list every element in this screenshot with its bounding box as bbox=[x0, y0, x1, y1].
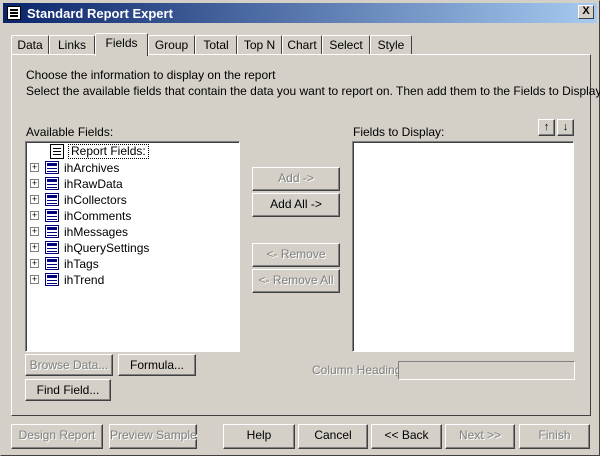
find-field-button[interactable]: Find Field... bbox=[25, 379, 111, 401]
instruction-line-2: Select the available fields that contain… bbox=[26, 84, 600, 98]
move-up-icon[interactable]: ↑ bbox=[538, 119, 555, 136]
cancel-button[interactable]: Cancel bbox=[298, 424, 368, 449]
tree-item-label: ihTrend bbox=[64, 273, 105, 287]
tree-item[interactable]: + ihArchives bbox=[30, 160, 230, 176]
remove-button[interactable]: <- Remove bbox=[252, 243, 340, 267]
table-icon bbox=[45, 225, 59, 238]
table-icon bbox=[45, 161, 59, 174]
app-icon bbox=[7, 6, 21, 20]
tree-item-label: ihRawData bbox=[64, 177, 123, 191]
report-fields-icon bbox=[50, 144, 64, 159]
back-button[interactable]: << Back bbox=[371, 424, 442, 449]
expand-icon[interactable]: + bbox=[30, 195, 39, 204]
expand-icon[interactable]: + bbox=[30, 227, 39, 236]
available-fields-label: Available Fields: bbox=[26, 125, 114, 139]
tree-item[interactable]: + ihQuerySettings bbox=[30, 240, 230, 256]
expand-icon[interactable]: + bbox=[30, 163, 39, 172]
move-down-icon[interactable]: ↓ bbox=[557, 119, 574, 136]
remove-all-button[interactable]: <- Remove All bbox=[252, 269, 340, 293]
expand-icon[interactable]: + bbox=[30, 179, 39, 188]
add-button[interactable]: Add -> bbox=[252, 167, 340, 191]
tree-item[interactable]: + ihCollectors bbox=[30, 192, 230, 208]
tree-item[interactable]: + ihRawData bbox=[30, 176, 230, 192]
tree-item[interactable]: + ihTrend bbox=[30, 272, 230, 288]
tree-item[interactable]: + ihComments bbox=[30, 208, 230, 224]
fields-to-display-list[interactable] bbox=[352, 141, 574, 352]
expand-icon[interactable]: + bbox=[30, 243, 39, 252]
column-heading-label: Column Heading: bbox=[312, 363, 405, 377]
tree-item-label: ihArchives bbox=[64, 161, 120, 175]
tab-data[interactable]: Data bbox=[11, 35, 49, 55]
tab-group[interactable]: Group bbox=[148, 35, 195, 55]
available-fields-tree[interactable]: Report Fields: + ihArchives + ihRawData … bbox=[25, 141, 240, 352]
tree-root-label: Report Fields: bbox=[68, 144, 149, 159]
table-icon bbox=[45, 193, 59, 206]
tab-fields[interactable]: Fields bbox=[95, 33, 148, 56]
tab-select[interactable]: Select bbox=[322, 35, 370, 55]
report-expert-window: Standard Report Expert X Data Links Fiel… bbox=[0, 0, 600, 456]
table-icon bbox=[45, 209, 59, 222]
tree-item-label: ihCollectors bbox=[64, 193, 127, 207]
expand-icon[interactable]: + bbox=[30, 275, 39, 284]
design-report-button[interactable]: Design Report bbox=[11, 424, 103, 449]
tab-total[interactable]: Total bbox=[195, 35, 237, 55]
column-heading-field[interactable] bbox=[398, 361, 575, 380]
tree-item-label: ihComments bbox=[64, 209, 132, 223]
instruction-line-1: Choose the information to display on the… bbox=[26, 68, 276, 82]
tree-item-label: ihMessages bbox=[64, 225, 129, 239]
tab-style[interactable]: Style bbox=[370, 35, 412, 55]
tree-item-label: ihQuerySettings bbox=[64, 241, 150, 255]
table-icon bbox=[45, 241, 59, 254]
tab-links[interactable]: Links bbox=[49, 35, 95, 55]
tree-item[interactable]: + ihTags bbox=[30, 256, 230, 272]
preview-sample-button[interactable]: Preview Sample bbox=[109, 424, 197, 449]
formula-button[interactable]: Formula... bbox=[118, 354, 196, 376]
tree-item[interactable]: + ihMessages bbox=[30, 224, 230, 240]
finish-button[interactable]: Finish bbox=[519, 424, 590, 449]
fields-to-display-label: Fields to Display: bbox=[353, 125, 445, 139]
table-icon bbox=[45, 257, 59, 270]
tab-top-n[interactable]: Top N bbox=[237, 35, 282, 55]
window-title: Standard Report Expert bbox=[27, 6, 173, 21]
tree-root-report-fields[interactable]: Report Fields: bbox=[30, 144, 230, 160]
expand-icon[interactable]: + bbox=[30, 211, 39, 220]
expand-icon[interactable]: + bbox=[30, 259, 39, 268]
close-button[interactable]: X bbox=[578, 5, 594, 19]
tree-item-label: ihTags bbox=[64, 257, 99, 271]
tab-chart[interactable]: Chart bbox=[282, 35, 322, 55]
browse-data-button[interactable]: Browse Data... bbox=[25, 354, 113, 376]
table-icon bbox=[45, 177, 59, 190]
next-button[interactable]: Next >> bbox=[445, 424, 515, 449]
title-bar[interactable]: Standard Report Expert X bbox=[3, 3, 597, 23]
table-icon bbox=[45, 273, 59, 286]
help-button[interactable]: Help bbox=[223, 424, 295, 449]
add-all-button[interactable]: Add All -> bbox=[252, 193, 340, 217]
